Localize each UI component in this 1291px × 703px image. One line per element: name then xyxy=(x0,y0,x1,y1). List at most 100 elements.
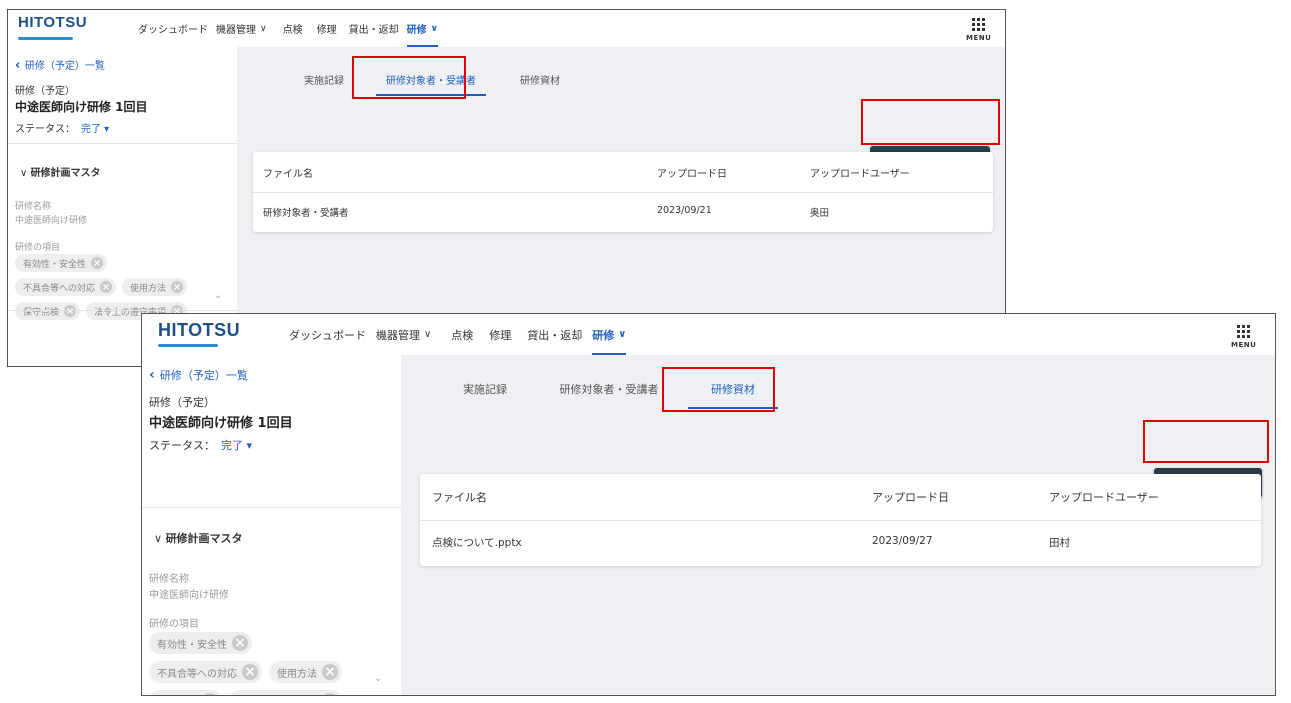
training-item-chip[interactable]: 使用方法 × xyxy=(122,278,188,296)
x-circle-icon[interactable]: × xyxy=(202,693,218,695)
record-title: 中途医師向け研修 1回目 xyxy=(15,100,148,114)
master-section-toggle[interactable]: ∨ 研修計画マスタ xyxy=(20,164,101,179)
menu-label: MENU xyxy=(966,34,992,42)
chevron-down-icon: ∨ xyxy=(424,329,432,340)
sidebar-divider xyxy=(142,507,401,508)
nav-item-label: 貸出・返却 xyxy=(348,25,399,36)
column-header: アップロード日 xyxy=(657,169,727,180)
training-item-chip[interactable]: 保守点検 × xyxy=(149,690,222,696)
master-section-toggle[interactable]: ∨ 研修計画マスタ xyxy=(154,530,243,546)
chevron-down-icon: ∨ xyxy=(20,168,31,179)
training-item-chip[interactable]: 有効性・安全性 × xyxy=(149,632,252,654)
status-value: 完了 xyxy=(221,439,243,452)
menu-button[interactable]: MENU xyxy=(1231,325,1256,349)
nav-item-3[interactable]: 修理 xyxy=(489,314,511,355)
x-circle-icon[interactable]: × xyxy=(232,635,248,651)
training-item-chip[interactable]: 有効性・安全性 × xyxy=(15,254,108,272)
nav-item-5[interactable]: 研修 ∨ xyxy=(592,314,627,355)
sidebar-divider xyxy=(8,310,237,311)
training-name-value: 中途医師向け研修 xyxy=(15,216,88,226)
chip-label: 不具合等への対応 xyxy=(157,668,237,680)
x-circle-icon[interactable]: × xyxy=(100,281,113,293)
status-label: ステータス： xyxy=(15,124,75,135)
grid-icon xyxy=(1237,325,1251,338)
nav-item-1[interactable]: 機器管理 ∨ xyxy=(216,10,267,47)
nav-item-label: 研修 xyxy=(406,25,427,36)
sidebar-divider xyxy=(8,143,237,144)
x-circle-icon[interactable]: × xyxy=(322,693,338,695)
x-circle-icon[interactable]: × xyxy=(64,305,77,317)
training-items-label: 研修の項目 xyxy=(149,619,199,630)
training-name-value: 中途医師向け研修 xyxy=(149,590,229,601)
column-header: アップロード日 xyxy=(872,491,949,504)
tab-2[interactable]: 研修資材 xyxy=(500,72,580,98)
status-dropdown[interactable]: 完了 ▾ xyxy=(81,124,109,135)
chip-row: 不具合等への対応 × 使用方法 × xyxy=(15,278,193,296)
back-to-list-link[interactable]: ‹ 研修（予定）一覧 xyxy=(149,367,248,383)
top-nav-bar: HITOTSU ダッシュボード 機器管理 ∨ 点検 修理 貸出・返却 研修 ∨ MENU xyxy=(8,10,1005,48)
chevron-down-icon: ∨ xyxy=(430,23,438,34)
x-circle-icon[interactable]: × xyxy=(171,281,184,293)
menu-button[interactable]: MENU xyxy=(966,18,991,42)
highlight-action-button xyxy=(1143,420,1269,463)
nav-item-label: 点検 xyxy=(451,328,474,342)
x-circle-icon[interactable]: × xyxy=(91,257,104,269)
nav-item-label: ダッシュボード xyxy=(138,25,208,36)
table-cell: 点検について.pptx xyxy=(432,537,522,549)
screenshot-training-materials: HITOTSU ダッシュボード 機器管理 ∨ 点検 修理 貸出・返却 研修 ∨ MENU ‹ 研修（… xyxy=(141,313,1276,696)
nav-item-label: 貸出・返却 xyxy=(527,328,583,342)
hitotsu-logo[interactable]: HITOTSU xyxy=(158,320,240,341)
nav-item-5[interactable]: 研修 ∨ xyxy=(406,10,439,47)
nav-item-2[interactable]: 点検 xyxy=(283,10,303,47)
chip-label: 保守点検 xyxy=(157,694,197,696)
table-header-row: ファイル名 アップロード日 アップロードユーザー xyxy=(253,152,993,193)
section-title: 研修計画マスタ xyxy=(30,168,101,179)
main-content: 実施記録研修対象者・受講者研修資材研修資材を追加ファイル名アップロード日アップロ… xyxy=(401,355,1275,695)
chevron-down-icon: ∨ xyxy=(154,532,166,545)
table-cell: 奥田 xyxy=(810,208,830,219)
top-nav-bar: HITOTSU ダッシュボード 機器管理 ∨ 点検 修理 貸出・返却 研修 ∨ MENU xyxy=(142,314,1275,356)
column-header: アップロードユーザー xyxy=(1049,491,1159,504)
x-circle-icon[interactable]: × xyxy=(242,664,258,680)
caret-down-icon: ▾ xyxy=(101,124,110,135)
nav-item-label: 機器管理 xyxy=(216,25,256,36)
training-item-chip[interactable]: 不具合等への対応 × xyxy=(149,661,262,683)
table-row[interactable]: 研修対象者・受講者 2023/09/21 奥田 xyxy=(253,192,993,232)
chevron-down-icon: ∨ xyxy=(618,329,627,340)
training-item-chip[interactable]: 保守点検 × xyxy=(15,302,81,320)
nav-item-label: 修理 xyxy=(489,328,512,342)
logo-underline xyxy=(158,344,218,347)
nav-item-2[interactable]: 点検 xyxy=(451,314,473,355)
highlight-active-tab xyxy=(662,367,775,412)
status-dropdown[interactable]: 完了 ▾ xyxy=(221,439,252,452)
nav-item-4[interactable]: 貸出・返却 xyxy=(527,314,582,355)
status-value: 完了 xyxy=(81,124,101,135)
main-nav: ダッシュボード 機器管理 ∨ 点検 修理 貸出・返却 研修 ∨ xyxy=(138,10,439,47)
grid-icon xyxy=(972,18,986,31)
nav-item-4[interactable]: 貸出・返却 xyxy=(349,10,399,47)
tab-1[interactable]: 研修対象者・受講者 xyxy=(544,381,674,411)
status-row: ステータス： 完了 ▾ xyxy=(149,437,252,453)
chip-label: 保守点検 xyxy=(23,307,60,318)
expand-icon[interactable]: ⌄ xyxy=(374,673,382,684)
nav-item-0[interactable]: ダッシュボード xyxy=(138,10,208,47)
x-circle-icon[interactable]: × xyxy=(322,664,338,680)
expand-icon[interactable]: ⌄ xyxy=(214,290,222,301)
nav-item-3[interactable]: 修理 xyxy=(317,10,337,47)
section-title: 研修計画マスタ xyxy=(165,532,243,545)
file-table: ファイル名 アップロード日 アップロードユーザー 研修対象者・受講者 2023/09/2… xyxy=(253,152,993,232)
record-title: 中途医師向け研修 1回目 xyxy=(149,416,293,431)
training-item-chip[interactable]: 使用方法 × xyxy=(269,661,342,683)
tab-0[interactable]: 実施記録 xyxy=(440,381,530,411)
column-header: アップロードユーザー xyxy=(810,169,910,180)
table-row[interactable]: 点検について.pptx 2023/09/27 田村 xyxy=(420,520,1261,566)
chip-row: 有効性・安全性 × xyxy=(15,254,193,272)
training-item-chip[interactable]: 法令上の遵守事項 × xyxy=(229,690,342,695)
nav-item-1[interactable]: 機器管理 ∨ xyxy=(376,314,431,355)
nav-item-0[interactable]: ダッシュボード xyxy=(289,314,366,355)
tab-0[interactable]: 実施記録 xyxy=(286,72,362,98)
hitotsu-logo[interactable]: HITOTSU xyxy=(18,14,87,31)
training-item-chip[interactable]: 不具合等への対応 × xyxy=(15,278,117,296)
status-row: ステータス： 完了 ▾ xyxy=(15,120,109,135)
back-to-list-link[interactable]: ‹ 研修（予定）一覧 xyxy=(15,57,105,73)
